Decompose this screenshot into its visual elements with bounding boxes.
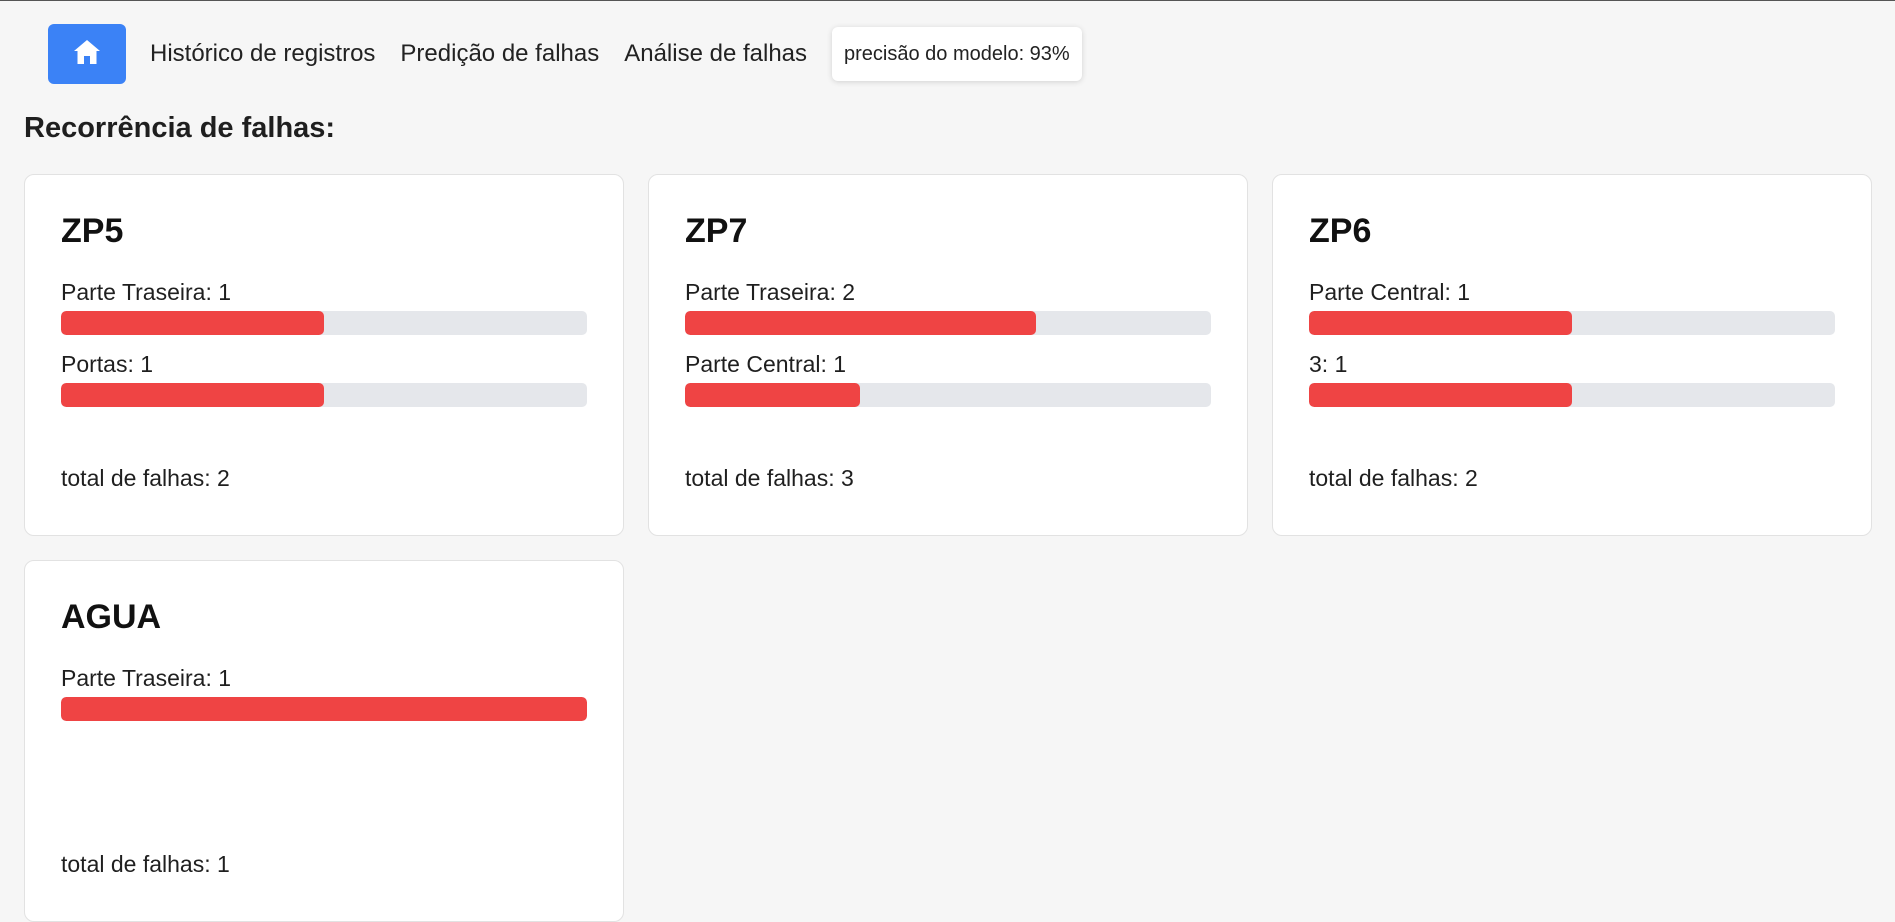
failure-rows: Parte Central: 1 3: 1: [1309, 279, 1835, 407]
failure-bar-fill: [61, 311, 324, 335]
top-nav: Histórico de registros Predição de falha…: [48, 24, 1082, 84]
card-title: ZP6: [1309, 212, 1372, 250]
failure-bar-fill: [61, 383, 324, 407]
failure-bar-fill: [61, 697, 587, 721]
card-total: total de falhas: 2: [1309, 465, 1478, 491]
failure-rows: Parte Traseira: 1: [61, 665, 587, 721]
failure-row-label: Parte Central: 1: [1309, 279, 1471, 305]
cards-grid: ZP5 Parte Traseira: 1 Portas: 1 total de fa…: [24, 174, 1872, 922]
card-title: ZP5: [61, 212, 124, 250]
home-icon: [72, 38, 102, 71]
failure-bar-track: [61, 383, 587, 407]
failure-card: AGUA Parte Traseira: 1 total de falhas: 1: [24, 560, 624, 922]
section-title: Recorrência de falhas:: [24, 112, 336, 144]
failure-bar-fill: [685, 383, 861, 407]
failure-bar-fill: [685, 311, 1036, 335]
home-button[interactable]: [48, 24, 126, 84]
failure-card: ZP7 Parte Traseira: 2 Parte Central: 1 tota…: [648, 174, 1248, 536]
failure-row-label: 3: 1: [1309, 351, 1348, 377]
failure-bar-fill: [1309, 311, 1572, 335]
failure-row-label: Parte Traseira: 1: [61, 279, 232, 305]
card-title: ZP7: [685, 212, 748, 250]
failure-row-label: Parte Traseira: 2: [685, 279, 856, 305]
failure-rows: Parte Traseira: 1 Portas: 1: [61, 279, 587, 407]
failure-card: ZP6 Parte Central: 1 3: 1 total de falhas: …: [1272, 174, 1872, 536]
failure-bar-track: [685, 383, 1211, 407]
card-total: total de falhas: 1: [61, 851, 230, 877]
card-total: total de falhas: 3: [685, 465, 854, 491]
failure-row-label: Parte Traseira: 1: [61, 665, 232, 691]
failure-bar-track: [61, 311, 587, 335]
failure-row-label: Parte Central: 1: [685, 351, 847, 377]
failure-bar-fill: [1309, 383, 1572, 407]
failure-bar-track: [1309, 383, 1835, 407]
failure-row-label: Portas: 1: [61, 351, 154, 377]
card-total: total de falhas: 2: [61, 465, 230, 491]
nav-link-historico[interactable]: Histórico de registros: [150, 40, 375, 68]
failure-rows: Parte Traseira: 2 Parte Central: 1: [685, 279, 1211, 407]
nav-link-analise[interactable]: Análise de falhas: [624, 40, 807, 68]
nav-link-predicao[interactable]: Predição de falhas: [400, 40, 599, 68]
failure-bar-track: [1309, 311, 1835, 335]
card-title: AGUA: [61, 598, 162, 636]
failure-bar-track: [685, 311, 1211, 335]
failure-bar-track: [61, 697, 587, 721]
model-accuracy-badge: precisão do modelo: 93%: [832, 27, 1082, 81]
failure-card: ZP5 Parte Traseira: 1 Portas: 1 total de fa…: [24, 174, 624, 536]
